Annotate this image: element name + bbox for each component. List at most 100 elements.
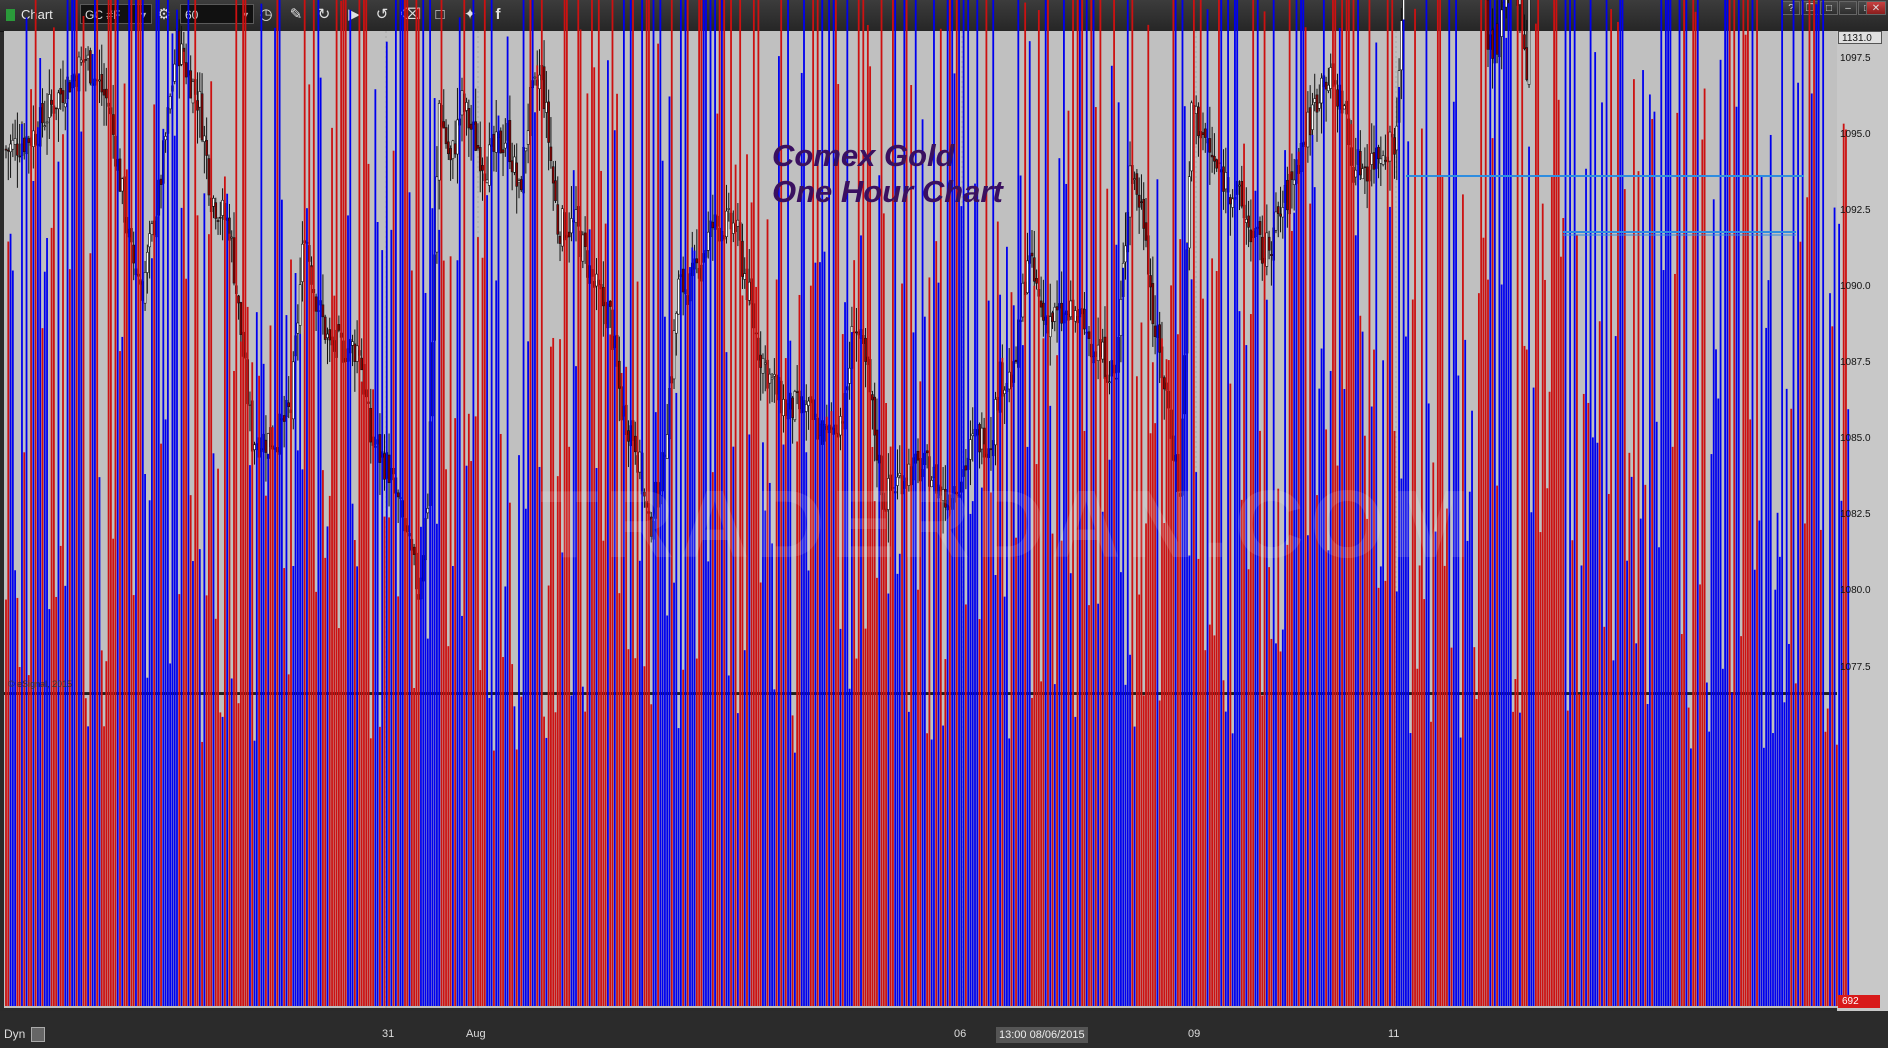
volume-bar [1769,134,1772,1006]
candle-body [282,415,286,422]
candle-body [804,404,808,412]
volume-bar [1498,0,1501,1006]
candle-body [435,176,439,253]
candle-body [1363,166,1367,169]
volume-bar [1500,284,1503,1006]
candle-body [773,374,776,377]
calendar-icon[interactable] [31,1027,45,1042]
candle-body [1135,173,1139,195]
candle-body [1133,178,1136,180]
candle-body [1336,89,1339,107]
candle-body [1247,215,1250,228]
volume-bar [470,461,473,1006]
volume-bar [103,726,105,1006]
volume-bar [1158,700,1161,1006]
volume-bar [1384,580,1387,1006]
volume-bar [340,0,343,1007]
volume-bar [1512,711,1514,1006]
volume-bar [173,135,176,1007]
candle-body [1124,245,1127,263]
candle-body [41,103,44,124]
x-tick-label: 06 [954,1028,967,1040]
volume-bar [217,468,219,1006]
volume-bar [1265,299,1268,1006]
volume-bar [1564,0,1567,1006]
volume-bar [233,370,235,1007]
volume-bar [1708,731,1711,1006]
candle-body [558,235,562,244]
volume-bar [1475,698,1478,1006]
volume-bar [1247,569,1250,1006]
volume-bar [1521,0,1524,1007]
volume-bar [255,312,258,1006]
volume-bar [1464,339,1467,1007]
candle-body [1151,283,1155,325]
candle-body [570,218,573,234]
volume-bar [287,674,290,1006]
candle-body [1119,298,1123,336]
volume-bar [1833,207,1836,1006]
volume-bar [1261,695,1264,1006]
volume-bar [1715,349,1717,1006]
volume-bar [524,508,527,1006]
candle-body [301,243,304,282]
candle-body [168,96,172,110]
volume-bar [57,161,60,1007]
volume-bar [1482,237,1485,1006]
volume-bar [1623,189,1626,1006]
volume-bar [1808,0,1811,1007]
candle-body [517,180,521,183]
volume-bar [1576,234,1578,1006]
volume-bar [1646,704,1649,1006]
volume-bar [1840,500,1843,1006]
volume-bar [1607,493,1610,1006]
volume-bar [841,334,844,1006]
candle-body [608,300,612,307]
volume-bar [1817,0,1820,1006]
volume-bar [814,262,817,1007]
volume-bar [527,341,530,1006]
volume-bar [926,733,929,1006]
volume-bar [1138,594,1141,1006]
volume-bar [331,127,333,1006]
candle-body [793,391,797,421]
volume-bar [447,646,450,1006]
volume-bar [1742,0,1745,1006]
candle-body [1500,9,1503,37]
volume-bar [1598,321,1601,1007]
candle-body [198,91,202,108]
candle-body [1281,207,1285,218]
candle-body [494,131,498,153]
candle-body [1014,359,1018,362]
candle-body [173,63,177,82]
dyn-mode-label[interactable]: Dyn [4,1027,25,1041]
volume-bar [1204,650,1207,1006]
volume-bar [385,41,388,1006]
candle-body [61,90,65,103]
volume-bar [725,352,728,1006]
candle-body [1224,172,1228,190]
candle-body [581,234,585,262]
candle-body [469,123,473,130]
volume-bar [807,570,810,1006]
volume-bar [643,666,646,1006]
volume-bar [964,604,967,1006]
candle-body [732,222,735,234]
candle-body [1258,221,1262,235]
volume-bar [495,280,498,1006]
volume-bar [502,657,504,1006]
candle-body [1190,102,1193,172]
candle-body [875,429,879,461]
candle-body [1208,138,1212,153]
volume-bar [618,593,621,1006]
price-axis-max-label: 1131.0 [1838,31,1882,44]
candle-body [978,424,981,453]
volume-bar [493,750,495,1006]
volume-bar [1765,327,1768,1006]
volume-bar [1692,0,1695,1007]
candle-body [1286,179,1289,211]
volume-bar [100,650,103,1006]
volume-bar [1726,0,1729,1007]
volume-bar [94,0,96,1007]
candle-body [839,416,842,436]
